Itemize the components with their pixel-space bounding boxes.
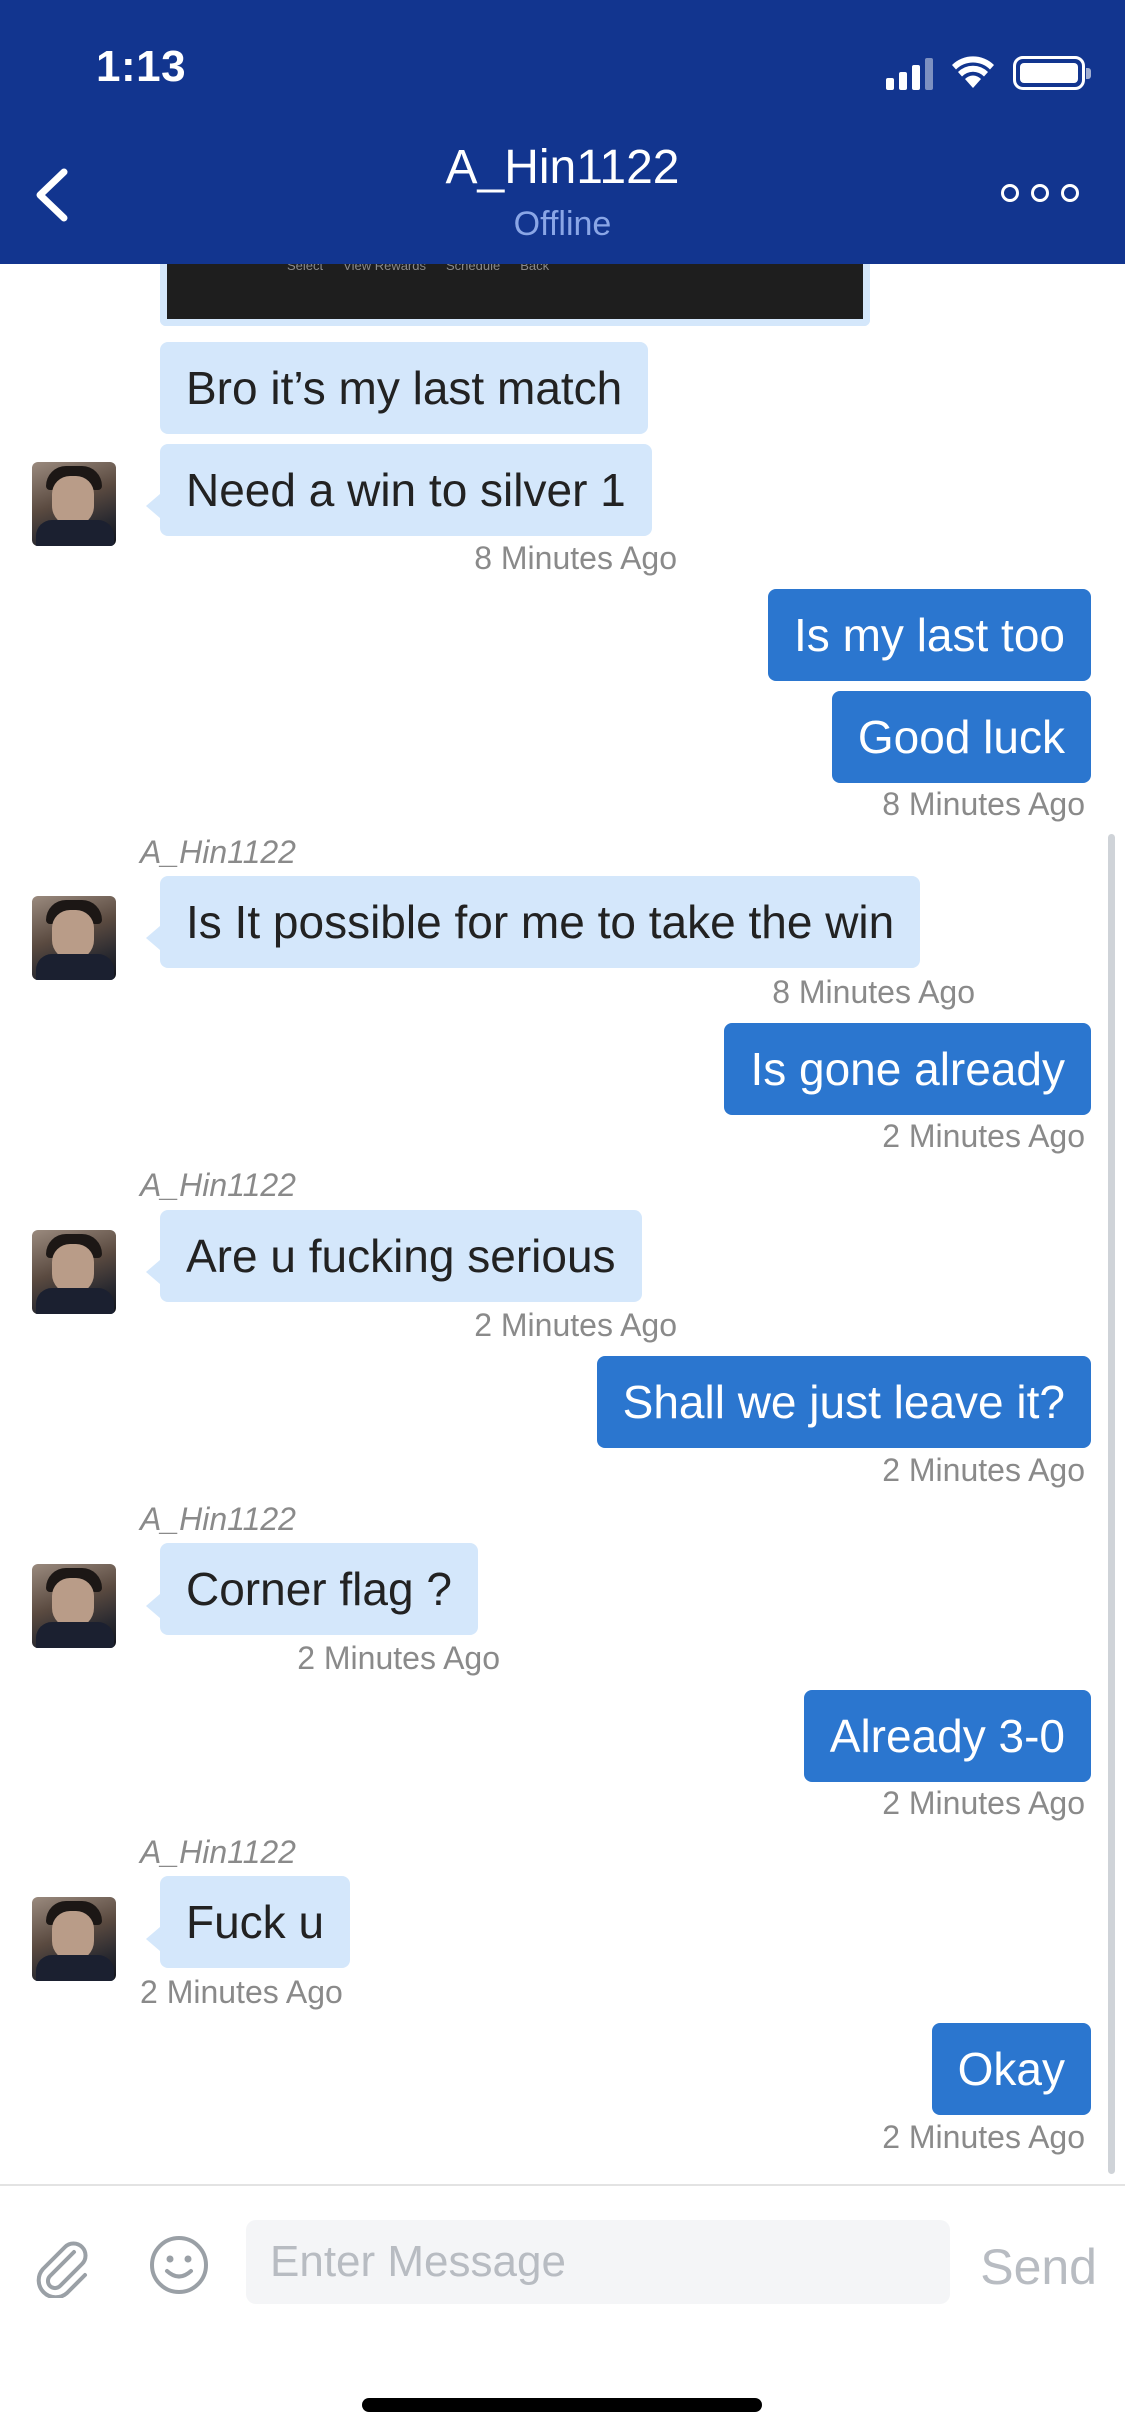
- cellular-signal-icon: [886, 56, 933, 90]
- outgoing-message-bubble[interactable]: Shall we just leave it?: [596, 1356, 1091, 1448]
- message-timestamp: 2 Minutes Ago: [882, 2119, 1085, 2155]
- outgoing-message-bubble[interactable]: Okay: [931, 2023, 1091, 2115]
- message-composer: Send: [0, 2184, 1125, 2334]
- incoming-message-bubble[interactable]: Corner flag ?: [160, 1543, 478, 1635]
- incoming-message-bubble[interactable]: Are u fucking serious: [160, 1210, 642, 1302]
- message-timestamp: 2 Minutes Ago: [474, 1307, 677, 1343]
- status-time: 1:13: [96, 42, 187, 91]
- avatar[interactable]: [32, 462, 116, 546]
- bubble-tail: [146, 1594, 160, 1618]
- bubble-tail: [146, 1927, 160, 1951]
- bubble-tail: [146, 926, 160, 950]
- sender-name: A_Hin1122: [140, 1501, 296, 1537]
- avatar[interactable]: [32, 1230, 116, 1314]
- message-timestamp: 8 Minutes Ago: [882, 786, 1085, 822]
- incoming-message-bubble[interactable]: Need a win to silver 1: [160, 444, 652, 536]
- message-list[interactable]: Select View Rewards Schedule Back Bro it’s …: [0, 264, 1125, 2184]
- bubble-tail: [146, 1260, 160, 1284]
- avatar[interactable]: [32, 896, 116, 980]
- outgoing-message-bubble[interactable]: Is my last too: [768, 589, 1091, 681]
- sender-name: A_Hin1122: [140, 834, 296, 870]
- incoming-message-bubble[interactable]: Is It possible for me to take the win: [160, 876, 921, 968]
- image-overlay-hints: Select View Rewards Schedule Back: [287, 264, 550, 273]
- outgoing-message-bubble[interactable]: Good luck: [831, 691, 1091, 783]
- message-timestamp: 2 Minutes Ago: [297, 1640, 500, 1676]
- message-input[interactable]: [246, 2220, 950, 2304]
- battery-icon: [1013, 56, 1091, 90]
- chat-header: 1:13 A_Hin1122 Offline: [0, 0, 1125, 264]
- sender-name: A_Hin1122: [140, 1834, 296, 1870]
- page-title: A_Hin1122: [445, 141, 680, 194]
- incoming-message-bubble[interactable]: Fuck u: [160, 1876, 351, 1968]
- sender-name: A_Hin1122: [140, 1167, 296, 1203]
- send-button[interactable]: Send: [980, 2238, 1097, 2296]
- scrollbar[interactable]: [1108, 834, 1115, 2174]
- shared-image-message[interactable]: Select View Rewards Schedule Back: [160, 264, 870, 326]
- message-timestamp: 8 Minutes Ago: [474, 540, 677, 576]
- more-options-button[interactable]: [1001, 184, 1079, 202]
- smiley-icon[interactable]: [148, 2234, 210, 2296]
- avatar[interactable]: [32, 1897, 116, 1981]
- message-timestamp: 2 Minutes Ago: [882, 1452, 1085, 1488]
- incoming-message-bubble[interactable]: Bro it’s my last match: [160, 342, 649, 434]
- outgoing-message-bubble[interactable]: Already 3-0: [803, 1690, 1091, 1782]
- message-timestamp: 2 Minutes Ago: [882, 1118, 1085, 1154]
- more-horizontal-icon: [1001, 184, 1019, 202]
- message-timestamp: 2 Minutes Ago: [140, 1974, 343, 2010]
- message-timestamp: 8 Minutes Ago: [772, 974, 975, 1010]
- chat-title-area: A_Hin1122 Offline: [0, 140, 1125, 244]
- message-timestamp: 2 Minutes Ago: [882, 1785, 1085, 1821]
- outgoing-message-bubble[interactable]: Is gone already: [724, 1023, 1091, 1115]
- avatar[interactable]: [32, 1564, 116, 1648]
- wifi-icon: [952, 56, 994, 88]
- status-icons: [886, 50, 1091, 90]
- paperclip-icon[interactable]: [30, 2234, 94, 2298]
- bubble-tail: [146, 494, 160, 518]
- home-indicator[interactable]: [362, 2398, 762, 2412]
- presence-status: Offline: [513, 205, 612, 243]
